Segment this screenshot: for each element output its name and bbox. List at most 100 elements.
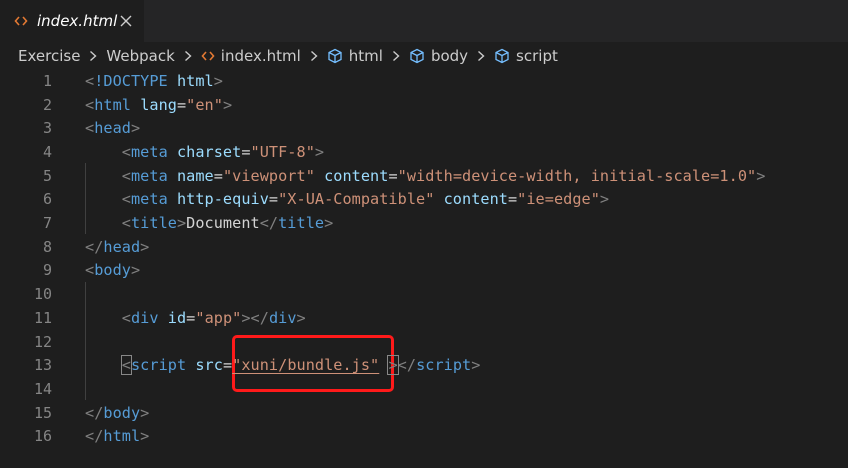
code-text: </body> — [85, 404, 149, 422]
code-token: meta — [130, 142, 168, 161]
code-text: <meta name="viewport" content="width=dev… — [85, 166, 766, 185]
code-line[interactable]: 1 <!DOCTYPE html> — [0, 69, 848, 93]
code-token: </ — [397, 356, 417, 375]
code-token: meta — [130, 190, 168, 209]
code-line[interactable]: 5 <meta name="viewport" content="width=d… — [0, 164, 848, 188]
code-token: name — [176, 166, 214, 185]
line-number: 5 — [42, 166, 52, 185]
code-token: < — [121, 214, 131, 233]
code-token: charset — [176, 142, 242, 161]
line-number: 4 — [42, 142, 52, 161]
line-number: 15 — [33, 403, 52, 422]
code-token: = — [507, 190, 518, 209]
code-token: script — [416, 356, 472, 375]
code-line[interactable]: 3 <head> — [0, 116, 848, 140]
code-text: <div id="app"></div> — [85, 309, 306, 327]
code-token: = — [213, 166, 223, 185]
code-token: "ie=edge" — [517, 190, 600, 209]
line-number: 13 — [33, 356, 52, 375]
code-token: = — [176, 95, 187, 114]
code-token: http-equiv — [176, 190, 269, 209]
code-token: > — [471, 356, 481, 375]
code-token: = — [241, 142, 251, 161]
code-line[interactable]: 9 <body> — [0, 259, 848, 283]
code-line[interactable]: 2 <html lang="en"> — [0, 93, 848, 117]
code-line[interactable]: 10 — [0, 282, 848, 306]
code-token: !DOCTYPE — [94, 71, 168, 90]
cube-icon — [328, 48, 342, 64]
code-token: > — [140, 403, 150, 422]
breadcrumb-label: html — [348, 47, 383, 65]
code-line[interactable]: 6 <meta http-equiv="X-UA-Compatible" con… — [0, 188, 848, 212]
chevron-right-icon — [90, 50, 97, 62]
code-token: < — [121, 190, 131, 209]
code-line[interactable]: 11 <div id="app"></div> — [0, 306, 848, 330]
line-number: 7 — [42, 214, 52, 233]
code-token: </ — [259, 214, 279, 233]
code-token: < — [85, 71, 95, 90]
code-token: body — [103, 403, 141, 422]
code-line[interactable]: 4 <meta charset="UTF-8"> — [0, 140, 848, 164]
code-line[interactable]: 8 </head> — [0, 235, 848, 259]
code-token: "width=device-width, initial-scale=1.0" — [397, 166, 757, 185]
code-line[interactable]: 7 <title>Document</title> — [0, 211, 848, 235]
code-text: </head> — [85, 238, 149, 256]
code-token: lang — [140, 95, 177, 114]
line-number: 3 — [42, 119, 52, 138]
code-token: < — [85, 95, 95, 114]
code-token: = — [186, 308, 196, 327]
breadcrumb-item-body[interactable]: body — [409, 47, 468, 65]
chevron-right-icon — [310, 50, 318, 62]
code-line[interactable]: 13 <script src="xuni/bundle.js" ></scrip… — [0, 353, 848, 377]
line-number: 2 — [42, 95, 52, 114]
line-number: 14 — [33, 379, 52, 398]
breadcrumb-label: script — [516, 47, 558, 65]
close-icon[interactable] — [118, 13, 134, 29]
code-token: > — [387, 355, 399, 376]
breadcrumb-item-exercise[interactable]: Exercise — [18, 47, 80, 65]
code-token: "xuni/bundle.js" — [232, 356, 380, 375]
code-token: head — [103, 237, 141, 256]
code-token: < — [85, 261, 95, 280]
code-token: < — [121, 308, 131, 327]
code-line[interactable]: 12 — [0, 330, 848, 354]
code-token: > — [756, 166, 766, 185]
code-token: < — [121, 166, 131, 185]
code-line[interactable]: 16 </html> — [0, 425, 848, 449]
code-text: <meta charset="UTF-8"> — [85, 143, 324, 161]
code-token: ></ — [241, 308, 269, 327]
breadcrumb-item-script[interactable]: script — [494, 47, 558, 65]
code-token: "UTF-8" — [250, 142, 315, 161]
code-token: </ — [85, 403, 104, 422]
code-line[interactable]: 15 </body> — [0, 401, 848, 425]
breadcrumb-item-index-html[interactable]: index.html — [201, 47, 301, 65]
code-token: html — [103, 427, 141, 446]
html-brackets-icon — [14, 16, 28, 26]
code-token: > — [130, 261, 141, 280]
breadcrumb-label: Webpack — [106, 47, 175, 65]
code-token: = — [388, 166, 398, 185]
code-editor[interactable]: 1 <!DOCTYPE html> 2 <html lang="en"> 3 <head>… — [0, 68, 848, 468]
code-token: head — [94, 119, 131, 138]
tab-index-html[interactable]: index.html — [0, 0, 144, 42]
code-text: </html> — [85, 427, 149, 445]
code-text: <title>Document</title> — [85, 214, 333, 232]
code-token: id — [167, 308, 187, 327]
chevron-right-icon — [184, 50, 192, 62]
code-line[interactable]: 14 — [0, 377, 848, 401]
breadcrumb-item-webpack[interactable]: Webpack — [106, 47, 174, 65]
line-number: 8 — [42, 237, 52, 256]
line-number: 12 — [33, 332, 52, 351]
line-number: 1 — [42, 71, 52, 90]
code-text: <html lang="en"> — [85, 96, 232, 114]
breadcrumb-item-html[interactable]: html — [327, 47, 383, 65]
code-token: src — [195, 356, 223, 375]
code-token: Document — [186, 214, 260, 233]
